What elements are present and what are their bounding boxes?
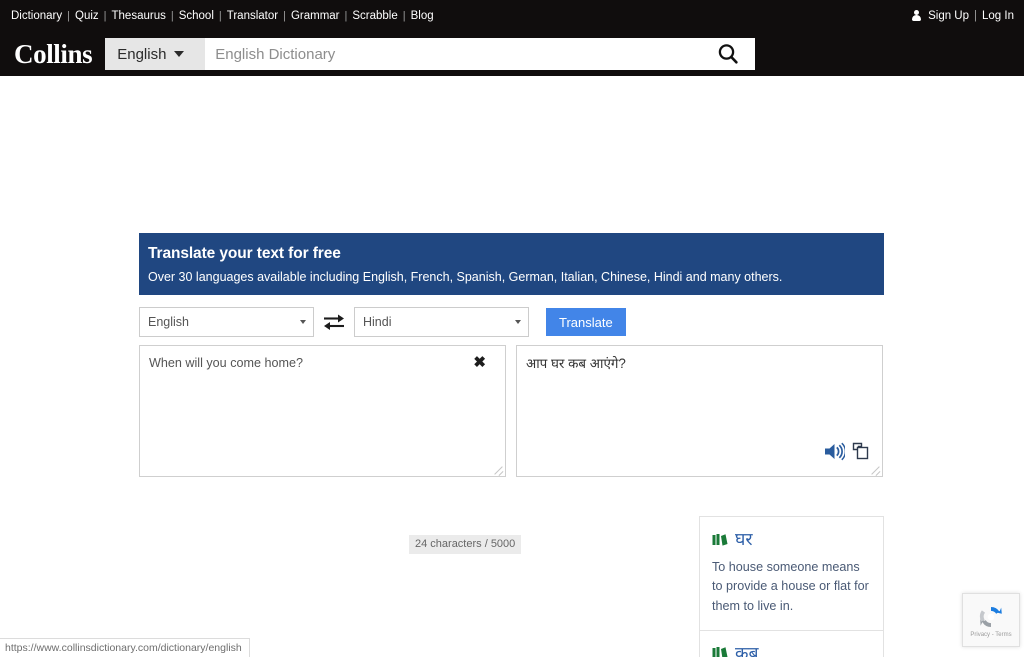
book-icon	[712, 533, 728, 546]
speaker-icon	[825, 442, 847, 461]
speaker-button[interactable]	[824, 442, 847, 466]
top-nav: Dictionary | Quiz | Thesaurus | School |…	[6, 10, 439, 22]
nav-item-school[interactable]: School	[174, 10, 219, 22]
source-language-value: English	[148, 315, 189, 329]
account-separator: |	[974, 10, 978, 22]
translator-banner: Translate your text for free Over 30 lan…	[139, 233, 884, 295]
chevron-down-icon	[515, 320, 521, 324]
nav-item-grammar[interactable]: Grammar	[286, 10, 345, 22]
character-counter: 24 characters / 5000	[409, 535, 522, 554]
sign-up-link[interactable]: Sign Up	[928, 10, 969, 22]
status-bar-url: https://www.collinsdictionary.com/dictio…	[0, 638, 250, 657]
target-pane-actions	[824, 442, 870, 466]
resize-handle-icon[interactable]	[868, 462, 881, 475]
source-textarea[interactable]: When will you come home? ✖	[139, 345, 506, 477]
search-button[interactable]	[701, 38, 756, 70]
translator-banner-title: Translate your text for free	[148, 245, 341, 262]
chevron-down-icon	[300, 320, 306, 324]
target-textarea[interactable]: आप घर कब आएंगे?	[516, 345, 883, 477]
dictionary-entry-header: घर	[712, 529, 871, 549]
resize-handle-icon[interactable]	[491, 462, 504, 475]
dictionary-entry-header: कब	[712, 643, 871, 657]
nav-item-thesaurus[interactable]: Thesaurus	[107, 10, 171, 22]
recaptcha-legal-text[interactable]: Privacy - Terms	[970, 632, 1011, 639]
account-links: Sign Up | Log In	[911, 10, 1014, 22]
dictionary-word[interactable]: कब	[735, 643, 758, 657]
clear-source-icon[interactable]: ✖	[473, 355, 486, 370]
log-in-link[interactable]: Log In	[982, 10, 1014, 22]
source-text: When will you come home?	[149, 356, 303, 370]
page-body: Translate your text for free Over 30 lan…	[0, 76, 1024, 657]
search-bar: English	[105, 38, 756, 70]
nav-item-blog[interactable]: Blog	[406, 10, 439, 22]
recaptcha-badge[interactable]: Privacy - Terms	[962, 593, 1020, 647]
dictionary-word[interactable]: घर	[735, 529, 753, 549]
nav-item-translator[interactable]: Translator	[222, 10, 283, 22]
search-language-selector[interactable]: English	[105, 38, 206, 70]
brand-search-bar: Collins English	[0, 32, 1024, 76]
translate-button[interactable]: Translate	[546, 308, 626, 336]
user-icon	[911, 10, 922, 22]
book-icon	[712, 647, 728, 657]
translator-panes: When will you come home? ✖ आप घर कब आएंग…	[139, 345, 884, 477]
translator-banner-subtitle: Over 30 languages available including En…	[148, 270, 783, 284]
recaptcha-icon	[979, 606, 1002, 627]
target-text: आप घर कब आएंगे?	[526, 356, 626, 371]
copy-icon	[852, 442, 869, 460]
nav-item-dictionary[interactable]: Dictionary	[6, 10, 67, 22]
dictionary-definition: To house someone means to provide a hous…	[712, 560, 869, 613]
dictionary-entry: घर To house someone means to provide a h…	[700, 517, 883, 631]
swap-languages-button[interactable]	[314, 313, 354, 331]
search-icon	[718, 44, 738, 64]
search-language-label: English	[117, 45, 167, 63]
dictionary-results-panel: घर To house someone means to provide a h…	[699, 516, 884, 657]
nav-item-quiz[interactable]: Quiz	[70, 10, 104, 22]
swap-arrows-icon	[324, 314, 344, 330]
nav-item-scrabble[interactable]: Scrabble	[347, 10, 402, 22]
dictionary-entry: कब You use when to ask	[700, 631, 883, 657]
chevron-down-icon	[174, 51, 185, 57]
search-input[interactable]	[205, 38, 702, 70]
top-utility-bar: Dictionary | Quiz | Thesaurus | School |…	[0, 0, 1024, 32]
translator-controls: English Hindi Translate	[139, 307, 884, 337]
translator-module: Translate your text for free Over 30 lan…	[139, 233, 884, 554]
target-language-value: Hindi	[363, 315, 392, 329]
collins-logo[interactable]: Collins	[14, 39, 93, 70]
target-language-select[interactable]: Hindi	[354, 307, 529, 337]
source-language-select[interactable]: English	[139, 307, 314, 337]
